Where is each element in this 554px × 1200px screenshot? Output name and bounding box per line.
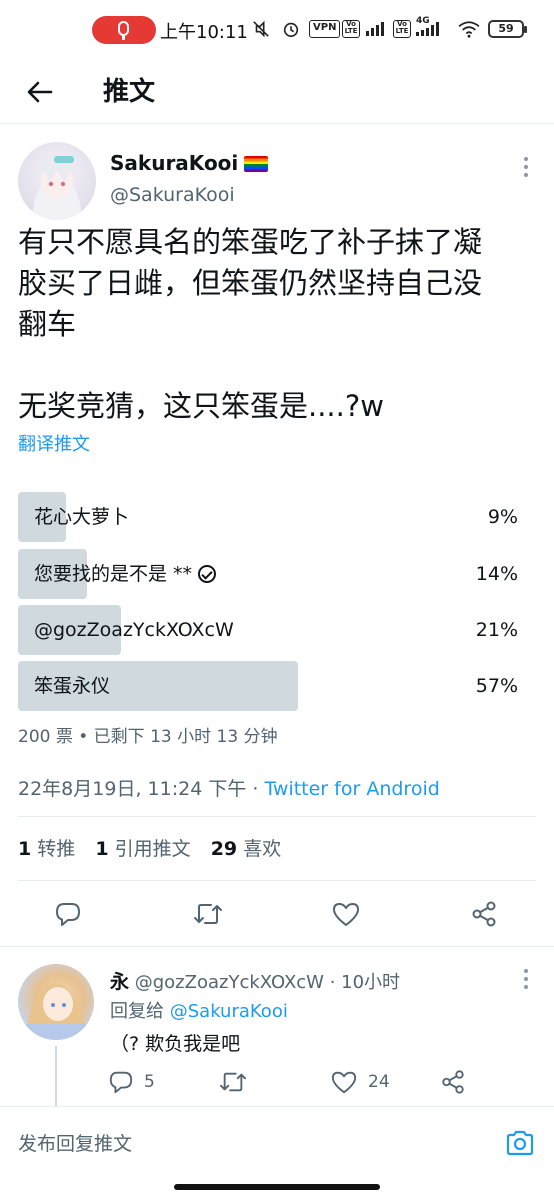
tweet-stats: 1 转推 1 引用推文 29 喜欢 xyxy=(18,834,295,861)
tweet-text-line: 胶买了日雌，但笨蛋仍然坚持自己没 xyxy=(18,266,483,300)
poll-option-label: 您要找的是不是 ** xyxy=(34,549,217,599)
check-circle-icon xyxy=(198,565,217,583)
reply-compose-input[interactable]: 发布回复推文 xyxy=(18,1129,132,1156)
poll-option: 花心大萝卜 9% xyxy=(18,492,536,542)
divider xyxy=(18,880,536,881)
heart-icon xyxy=(333,903,359,926)
poll-option-label: @gozZoazYckXOXcW xyxy=(34,619,234,641)
heart-icon xyxy=(331,1071,357,1094)
reply-author-name[interactable]: 永 xyxy=(110,971,129,993)
retweets-stat[interactable]: 1 转推 xyxy=(18,838,75,860)
reply-author-avatar[interactable] xyxy=(18,964,94,1040)
camera-button[interactable] xyxy=(500,1125,540,1161)
wifi-icon xyxy=(458,21,480,38)
retweet-icon xyxy=(220,1072,246,1092)
share-icon xyxy=(472,901,496,927)
retweet-icon xyxy=(194,904,222,924)
author-handle[interactable]: @SakuraKooi xyxy=(110,184,235,206)
poll-option: 您要找的是不是 ** 14% xyxy=(18,549,536,599)
reply-compose-bar: 发布回复推文 xyxy=(0,1106,554,1176)
poll-option: @gozZoazYckXOXcW 21% xyxy=(18,605,536,655)
home-indicator[interactable] xyxy=(174,1184,380,1190)
reply-button[interactable] xyxy=(46,892,90,936)
mute-icon xyxy=(253,20,269,38)
poll-meta: 200 票 • 已剩下 13 小时 13 分钟 xyxy=(18,727,278,747)
vpn-icon: VPN xyxy=(309,20,341,38)
tweet-text: 有只不愿具名的笨蛋吃了补子抹了凝 胶买了日雌，但笨蛋仍然坚持自己没 翻车 无奖竞… xyxy=(18,222,538,427)
volte-icon: Vo LTE xyxy=(342,20,360,38)
like-button[interactable] xyxy=(324,892,368,936)
status-time: 上午10:11 xyxy=(160,22,248,43)
status-bar: 上午10:11 VPN Vo LTE Vo LTE 4G 59 xyxy=(0,0,554,60)
tweet-text-line: 无奖竞猜，这只笨蛋是....?w xyxy=(18,389,384,423)
poll-option: 笨蛋永仪 57% xyxy=(18,661,536,711)
retweet-button[interactable] xyxy=(186,892,230,936)
reply-share-button[interactable] xyxy=(440,1066,466,1098)
reply-retweet-button[interactable] xyxy=(218,1066,248,1098)
like-count: 24 xyxy=(368,1072,390,1092)
poll-option-label: 花心大萝卜 xyxy=(34,506,130,528)
page-title: 推文 xyxy=(103,77,156,107)
mention-link[interactable]: @SakuraKooi xyxy=(170,1001,288,1022)
camera-icon xyxy=(506,1130,534,1156)
reply-header: 永 @gozZoazYckXOXcW · 10小时 xyxy=(110,967,400,994)
reply-icon xyxy=(109,1071,133,1094)
alarm-icon xyxy=(283,22,299,38)
share-icon xyxy=(442,1070,464,1094)
reply-more-options-icon[interactable] xyxy=(516,966,536,992)
divider xyxy=(0,946,554,947)
reply-count: 5 xyxy=(144,1072,155,1092)
poll-option-percent: 14% xyxy=(475,563,518,585)
share-button[interactable] xyxy=(462,892,506,936)
volte-icon-2: Vo LTE xyxy=(393,20,411,38)
divider xyxy=(18,816,536,817)
poll-option-percent: 9% xyxy=(487,506,518,528)
poll-option-label: 笨蛋永仪 xyxy=(34,675,111,697)
tweet-source-link[interactable]: Twitter for Android xyxy=(264,778,439,800)
reply-like-button[interactable]: 24 xyxy=(330,1066,390,1098)
tweet-timestamp: 22年8月19日, 11:24 下午 · Twitter for Android xyxy=(18,778,440,800)
tweet-text-line: 有只不愿具名的笨蛋吃了补子抹了凝 xyxy=(18,225,483,259)
reply-icon xyxy=(56,903,80,926)
more-options-icon[interactable] xyxy=(516,154,536,180)
reply-reply-button[interactable]: 5 xyxy=(108,1066,155,1098)
replying-to: 回复给 @SakuraKooi xyxy=(110,1001,288,1022)
battery-icon: 59 xyxy=(488,20,527,38)
recording-indicator[interactable] xyxy=(92,16,156,44)
translate-tweet-link[interactable]: 翻译推文 xyxy=(18,430,90,456)
tweet-text-line: 翻车 xyxy=(18,307,77,341)
back-arrow-icon xyxy=(27,81,53,103)
reply-author-handle-time: @gozZoazYckXOXcW · 10小时 xyxy=(129,972,401,993)
signal-bars-icon-2 xyxy=(416,20,439,36)
author-avatar[interactable] xyxy=(18,142,96,220)
signal-bars-icon xyxy=(366,20,384,36)
back-button[interactable] xyxy=(18,70,62,114)
poll-option-percent: 21% xyxy=(475,619,518,641)
reply-text: （? 欺负我是吧 xyxy=(110,1033,241,1055)
top-app-bar: 推文 xyxy=(0,60,554,124)
poll-option-percent: 57% xyxy=(475,675,518,697)
microphone-icon xyxy=(118,21,129,36)
author-display-name[interactable]: SakuraKooi xyxy=(110,151,269,175)
rainbow-flag-icon xyxy=(244,156,269,172)
likes-stat[interactable]: 29 喜欢 xyxy=(211,838,282,860)
quotes-stat[interactable]: 1 引用推文 xyxy=(95,838,190,860)
